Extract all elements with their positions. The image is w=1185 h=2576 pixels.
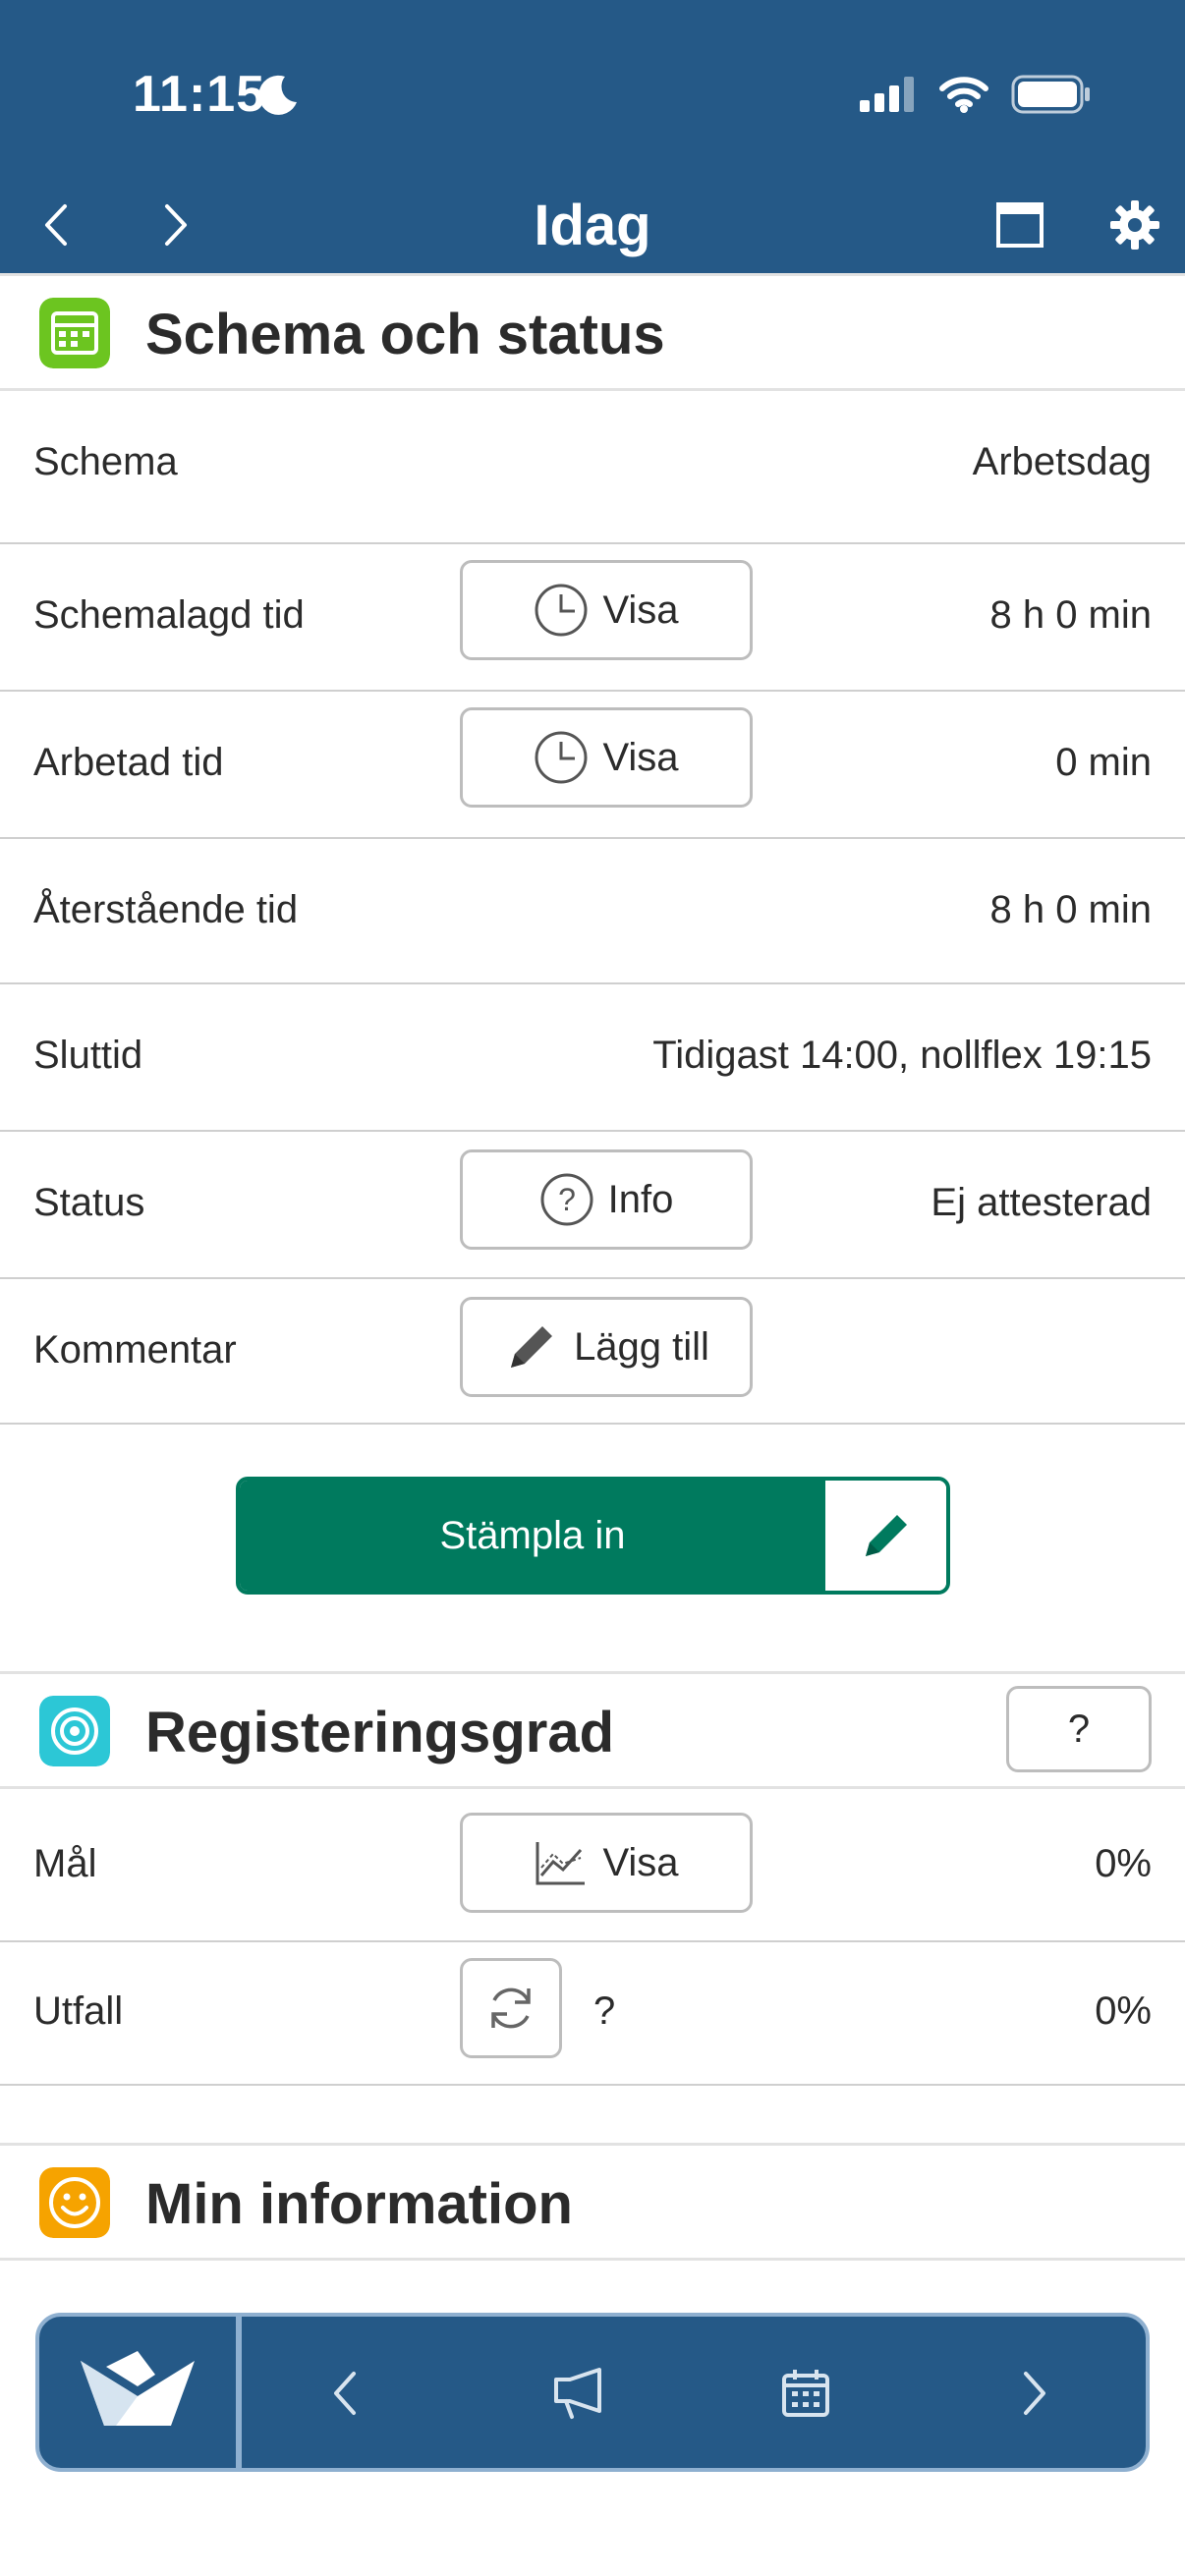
goal-row: Mål Visa 0% <box>0 1787 1185 1942</box>
pencil-icon <box>865 1515 907 1556</box>
registration-help-button[interactable]: ? <box>1006 1686 1152 1772</box>
my-info-section-header[interactable]: Min information <box>0 2143 1185 2261</box>
toolbar-forward-chevron-icon[interactable] <box>1012 2366 1055 2421</box>
schema-row: Schema Arbetsdag <box>0 389 1185 544</box>
stamp-in-control: Stämpla in <box>236 1477 950 1595</box>
row-value: 0% <box>1095 1989 1152 2033</box>
cellular-signal-icon <box>860 77 914 112</box>
row-value: Tidigast 14:00, nollflex 19:15 <box>652 1034 1152 1077</box>
bottom-toolbar <box>35 2313 1150 2472</box>
battery-icon <box>1011 75 1090 114</box>
calendar-icon[interactable] <box>778 2366 833 2421</box>
comment-row: Kommentar Lägg till <box>0 1279 1185 1425</box>
schema-section-header[interactable]: Schema och status <box>0 273 1185 391</box>
row-value: Arbetsdag <box>972 440 1152 483</box>
refresh-outcome-button[interactable] <box>460 1958 562 2058</box>
remaining-time-row: Återstående tid 8 h 0 min <box>0 839 1185 984</box>
button-label: Info <box>607 1177 674 1221</box>
row-label: Utfall <box>33 1989 124 2033</box>
row-label: Sluttid <box>33 1034 143 1077</box>
row-value: Ej attesterad <box>931 1181 1152 1224</box>
row-label: Mål <box>33 1842 97 1885</box>
refresh-icon <box>491 1988 531 2029</box>
add-comment-button[interactable]: Lägg till <box>460 1297 753 1397</box>
window-icon[interactable] <box>994 200 1045 250</box>
row-label: Kommentar <box>33 1328 237 1372</box>
wifi-icon <box>939 77 988 113</box>
app-header: 11:15 Idag <box>0 0 1185 275</box>
end-time-row: Sluttid Tidigast 14:00, nollflex 19:15 <box>0 984 1185 1132</box>
row-value: 0 min <box>1055 741 1152 784</box>
status-info-button[interactable]: ? Info <box>460 1149 753 1250</box>
row-value: 8 h 0 min <box>989 593 1152 637</box>
question-circle-icon: ? <box>540 1173 593 1226</box>
stamp-in-label: Stämpla in <box>439 1513 626 1557</box>
row-label: Schemalagd tid <box>33 593 305 637</box>
row-value: 8 h 0 min <box>989 888 1152 931</box>
outcome-row: Utfall ? 0% <box>0 1942 1185 2086</box>
outcome-question-mark: ? <box>593 1989 616 2033</box>
scheduled-time-row: Schemalagd tid Visa 8 h 0 min <box>0 544 1185 692</box>
show-scheduled-time-button[interactable]: Visa <box>460 560 753 660</box>
paper-boat-logo-icon <box>81 2351 195 2426</box>
smiley-icon <box>39 2167 110 2238</box>
section-title: Min information <box>145 2172 573 2236</box>
svg-text:?: ? <box>558 1182 576 1217</box>
target-icon <box>39 1696 110 1766</box>
stamp-edit-button[interactable] <box>825 1481 946 1591</box>
row-label: Återstående tid <box>33 888 299 931</box>
app-logo[interactable] <box>39 2317 242 2468</box>
section-title: Registeringsgrad <box>145 1701 614 1764</box>
show-goal-button[interactable]: Visa <box>460 1813 753 1913</box>
status-icons <box>860 75 1092 114</box>
settings-gear-icon[interactable] <box>1108 198 1161 252</box>
button-label: Visa <box>602 1840 679 1884</box>
clock-icon <box>535 584 588 637</box>
button-label: Visa <box>602 588 679 632</box>
stamp-in-button[interactable]: Stämpla in <box>240 1481 825 1591</box>
calendar-grid-icon <box>39 298 110 368</box>
row-value: 0% <box>1095 1842 1152 1885</box>
pencil-icon <box>511 1326 553 1368</box>
button-label: Lägg till <box>574 1324 709 1369</box>
status-row: Status ? Info Ej attesterad <box>0 1132 1185 1279</box>
row-label: Arbetad tid <box>33 741 224 784</box>
section-title: Schema och status <box>145 303 665 366</box>
nav-bar: Idag <box>0 187 1185 265</box>
row-label: Status <box>33 1181 145 1224</box>
worked-time-row: Arbetad tid Visa 0 min <box>0 692 1185 839</box>
moon-icon <box>258 75 297 115</box>
megaphone-icon[interactable] <box>550 2366 609 2421</box>
show-worked-time-button[interactable]: Visa <box>460 707 753 808</box>
line-chart-icon <box>536 1842 586 1885</box>
clock-icon <box>535 731 588 784</box>
button-label: Visa <box>602 735 679 779</box>
row-label: Schema <box>33 440 178 483</box>
status-time: 11:15 <box>133 66 266 123</box>
toolbar-back-chevron-icon[interactable] <box>324 2366 367 2421</box>
